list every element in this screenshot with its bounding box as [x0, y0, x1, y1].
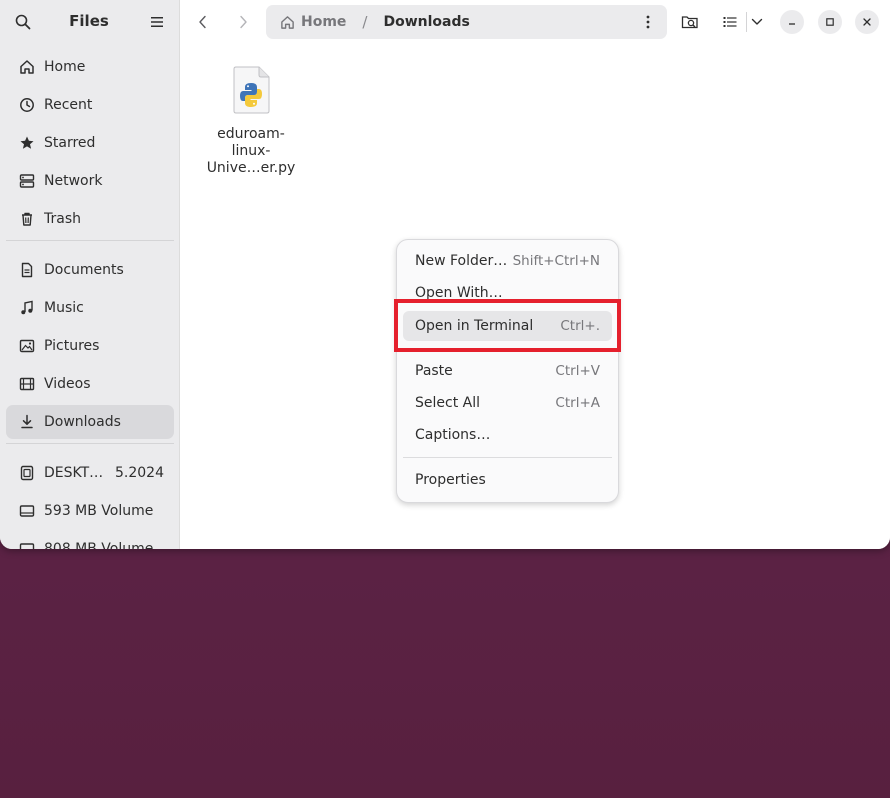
file-item[interactable]: eduroam- linux- Unive…er.py [204, 66, 298, 177]
sidebar-item-drive[interactable]: DESKT… 5.2024 [6, 456, 174, 490]
maximize-icon [826, 18, 834, 26]
sidebar-item-downloads[interactable]: Downloads [6, 405, 174, 439]
maximize-button[interactable] [818, 10, 842, 34]
sidebar-item-label: Videos [44, 376, 91, 392]
menu-item-shortcut: Ctrl+. [560, 318, 600, 334]
sidebar-item-network[interactable]: Network [6, 164, 174, 198]
disk-icon [18, 502, 36, 520]
download-icon [18, 413, 36, 431]
document-icon [18, 261, 36, 279]
sidebar-divider [6, 443, 174, 444]
context-menu: New Folder… Shift+Ctrl+N Open With… Open… [396, 239, 619, 503]
sidebar-item-videos[interactable]: Videos [6, 367, 174, 401]
sidebar-item-starred[interactable]: Starred [6, 126, 174, 160]
menu-item-shortcut: Ctrl+V [555, 363, 600, 379]
path-bar[interactable]: Home / Downloads [266, 5, 667, 39]
video-icon [18, 375, 36, 393]
menu-item-label: Paste [415, 363, 453, 379]
breadcrumb-separator: / [362, 13, 368, 31]
python-file-icon [231, 66, 271, 114]
sidebar-item-label: Home [44, 59, 86, 75]
app-title: Files [69, 12, 109, 30]
sidebar-header: Files [0, 0, 179, 44]
menu-item-open-in-terminal[interactable]: Open in Terminal Ctrl+. [403, 311, 612, 341]
menu-item-label: Open With… [415, 285, 503, 301]
file-name-line: Unive…er.py [206, 160, 296, 176]
picture-icon [18, 337, 36, 355]
sidebar-item-label: Downloads [44, 414, 121, 430]
hamburger-menu-icon[interactable] [146, 11, 168, 33]
file-name-line: linux- [231, 143, 271, 159]
file-name: eduroam- linux- Unive…er.py [204, 126, 298, 177]
menu-item-new-folder[interactable]: New Folder… Shift+Ctrl+N [403, 246, 612, 276]
menu-separator [403, 348, 612, 349]
sidebar-item-label: 808 MB Volume [44, 541, 154, 549]
view-options-button[interactable] [744, 8, 770, 36]
sidebar-item-label: DESKT… [44, 465, 104, 481]
menu-item-properties[interactable]: Properties [403, 465, 612, 495]
close-icon [863, 18, 871, 26]
back-button[interactable] [189, 8, 217, 36]
menu-item-shortcut: Shift+Ctrl+N [512, 253, 600, 269]
home-icon [18, 58, 36, 76]
close-button[interactable] [855, 10, 879, 34]
sidebar-item-volume-808[interactable]: 808 MB Volume [6, 532, 174, 549]
sidebar-item-recent[interactable]: Recent [6, 88, 174, 122]
search-icon[interactable] [12, 11, 34, 33]
search-files-button[interactable] [676, 8, 704, 36]
star-icon [18, 134, 36, 152]
menu-item-select-all[interactable]: Select All Ctrl+A [403, 388, 612, 418]
menu-item-open-with[interactable]: Open With… [403, 278, 612, 308]
trash-icon [18, 210, 36, 228]
sidebar-item-label: Pictures [44, 338, 100, 354]
network-icon [18, 172, 36, 190]
chevron-down-icon [751, 18, 763, 25]
list-view-icon [723, 17, 737, 27]
breadcrumb-current[interactable]: Downloads [383, 14, 469, 30]
chevron-left-icon [199, 15, 206, 29]
sidebar-item-trash[interactable]: Trash [6, 202, 174, 236]
sidebar: Files Home Recent Starred Network Trash … [0, 0, 180, 549]
sidebar-item-volume-593[interactable]: 593 MB Volume [6, 494, 174, 528]
chevron-right-icon [240, 15, 247, 29]
menu-item-label: Captions… [415, 427, 491, 443]
sidebar-item-label: Starred [44, 135, 96, 151]
sidebar-item-label: Recent [44, 97, 93, 113]
sidebar-item-music[interactable]: Music [6, 291, 174, 325]
music-icon [18, 299, 36, 317]
file-name-line: eduroam- [217, 126, 285, 142]
search-folder-icon [681, 16, 698, 29]
menu-item-shortcut: Ctrl+A [555, 395, 600, 411]
forward-button[interactable] [229, 8, 257, 36]
menu-item-label: Properties [415, 472, 486, 488]
drive-icon [18, 464, 36, 482]
sidebar-item-label: Trash [44, 211, 81, 227]
sidebar-item-extra: 5.2024 [115, 465, 164, 481]
menu-separator [403, 457, 612, 458]
sidebar-item-label: Documents [44, 262, 124, 278]
menu-item-captions[interactable]: Captions… [403, 420, 612, 450]
sidebar-item-label: Music [44, 300, 84, 316]
breadcrumb-home[interactable]: Home [280, 14, 346, 30]
disk-icon [18, 540, 36, 549]
breadcrumb-home-label: Home [301, 14, 347, 30]
sidebar-item-label: 593 MB Volume [44, 503, 154, 519]
menu-item-label: Open in Terminal [415, 318, 534, 334]
sidebar-list: Home Recent Starred Network Trash Docume… [6, 50, 174, 549]
sidebar-item-documents[interactable]: Documents [6, 253, 174, 287]
menu-item-label: Select All [415, 395, 480, 411]
sidebar-divider [6, 240, 174, 241]
menu-item-paste[interactable]: Paste Ctrl+V [403, 356, 612, 386]
view-list-button[interactable] [716, 8, 744, 36]
menu-item-label: New Folder… [415, 253, 508, 269]
clock-icon [18, 96, 36, 114]
sidebar-item-home[interactable]: Home [6, 50, 174, 84]
header-bar: Home / Downloads [180, 0, 890, 44]
more-options-icon[interactable] [637, 11, 659, 33]
minimize-button[interactable] [780, 10, 804, 34]
home-icon [280, 15, 295, 30]
minimize-icon [789, 23, 795, 25]
sidebar-item-pictures[interactable]: Pictures [6, 329, 174, 363]
sidebar-item-label: Network [44, 173, 103, 189]
